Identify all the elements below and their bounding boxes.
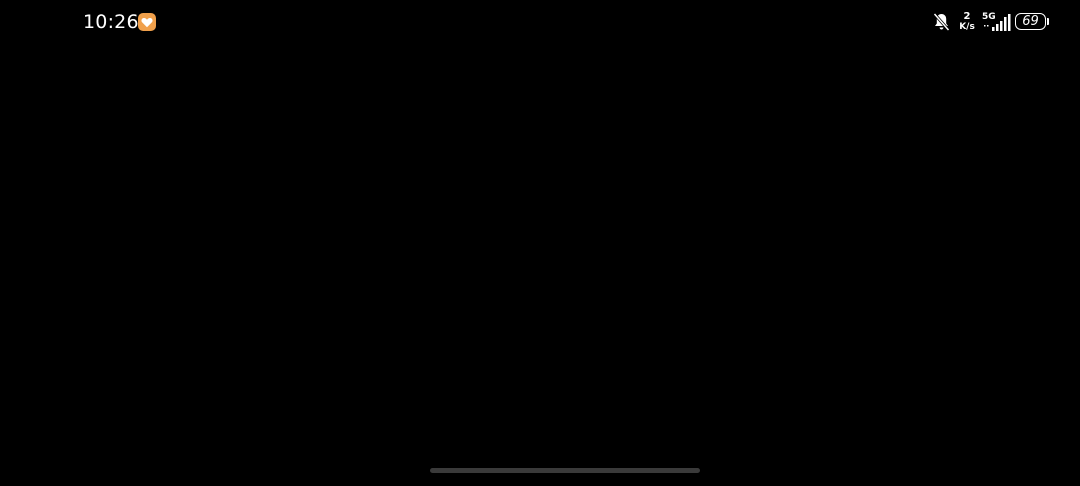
bell-off-icon (932, 12, 951, 32)
home-indicator[interactable] (430, 468, 700, 473)
cellular-signal-icon: 5G (982, 12, 1012, 32)
network-speed: 2 K/s (956, 12, 978, 34)
heart-app-icon (138, 13, 156, 31)
status-time: 10:26 (83, 11, 139, 33)
battery-icon: 69 (1015, 13, 1051, 31)
screen: 10:26 2 K/s 5G 69 (0, 0, 1080, 486)
status-bar: 10:26 2 K/s 5G 69 (0, 0, 1080, 44)
battery-body: 69 (1015, 13, 1046, 30)
battery-level: 69 (1022, 14, 1039, 29)
network-speed-unit: K/s (959, 22, 975, 32)
battery-tip (1047, 18, 1049, 25)
network-speed-value: 2 (963, 11, 971, 22)
